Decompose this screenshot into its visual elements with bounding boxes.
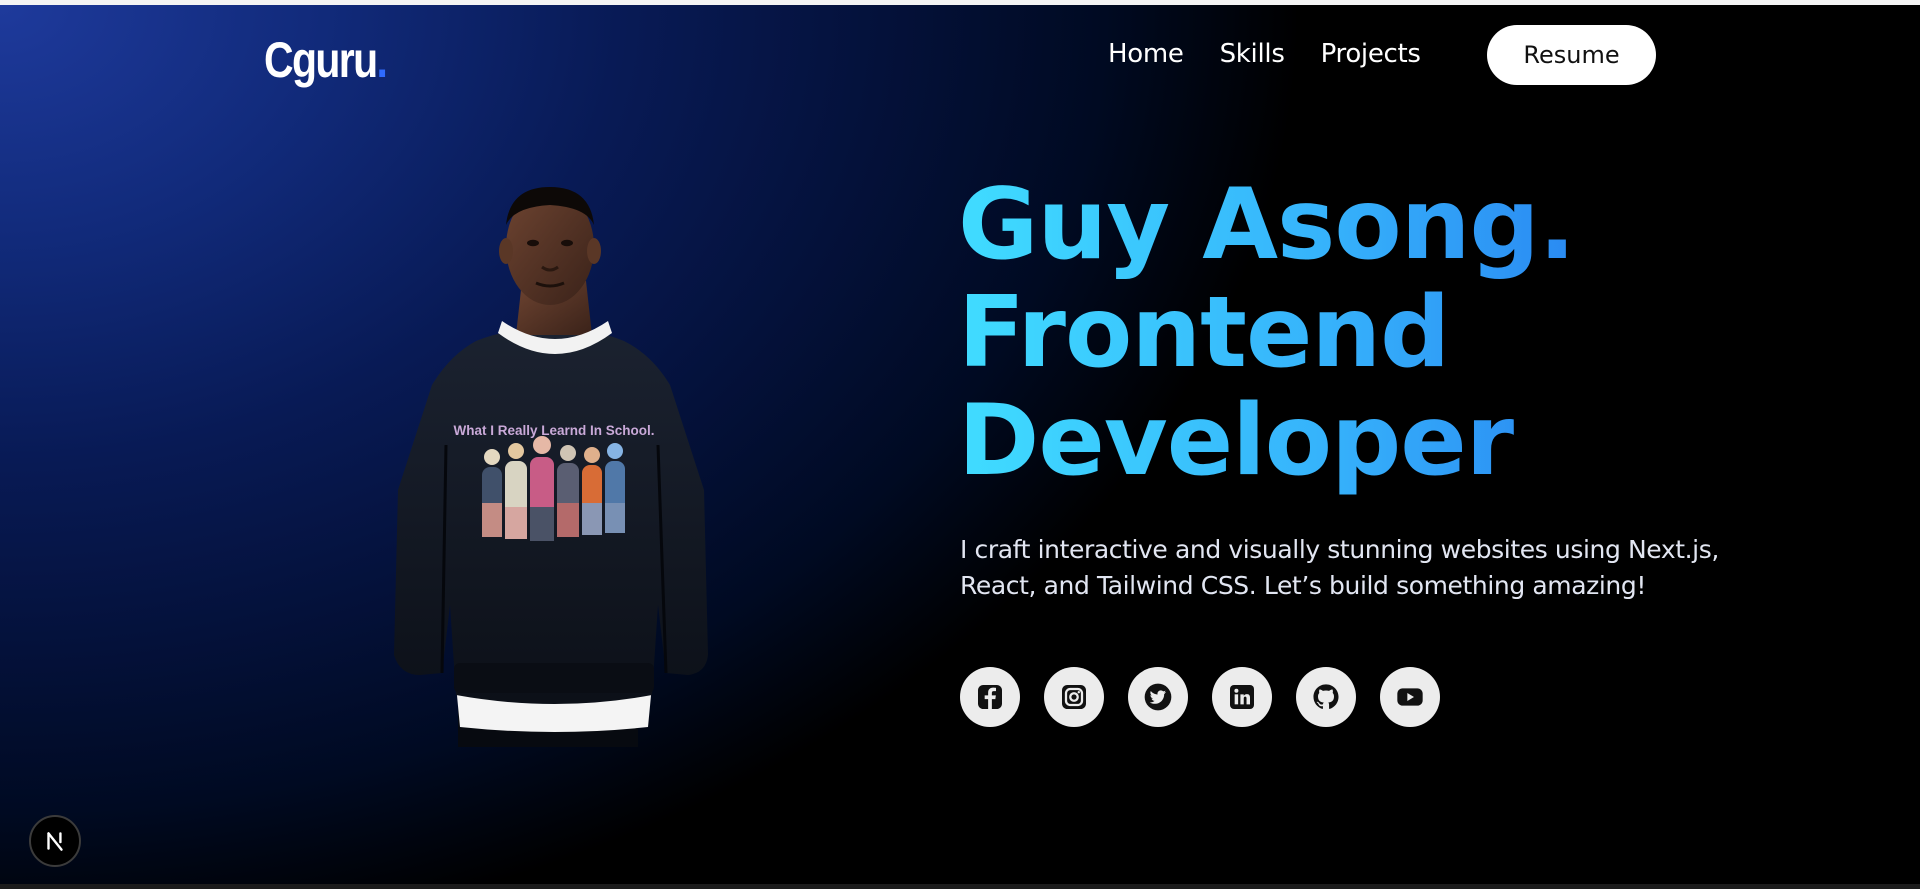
nav-projects-link[interactable]: Projects: [1321, 39, 1421, 69]
instagram-link[interactable]: [1044, 667, 1104, 727]
headline-name: Guy Asong.: [958, 168, 1575, 282]
nextjs-dev-badge[interactable]: [29, 815, 81, 867]
social-links: [960, 667, 1440, 727]
twitter-link[interactable]: [1128, 667, 1188, 727]
github-link[interactable]: [1296, 667, 1356, 727]
hero-section: Cguru. Home Skills Projects Resume What …: [0, 5, 1920, 884]
headline-role-line-1: Frontend: [958, 276, 1450, 390]
hero-tagline: I craft interactive and visually stunnin…: [960, 535, 1719, 600]
facebook-link[interactable]: [960, 667, 1020, 727]
logo-dot: .: [376, 32, 388, 88]
profile-photo: What I Really Learnd In School.: [394, 187, 708, 747]
instagram-icon: [1062, 685, 1086, 709]
linkedin-link[interactable]: [1212, 667, 1272, 727]
youtube-link[interactable]: [1380, 667, 1440, 727]
headline-role-line-2: Developer: [958, 384, 1514, 498]
nav-home-link[interactable]: Home: [1108, 39, 1184, 69]
hero-headline: Guy Asong. Frontend Developer: [958, 171, 1575, 495]
logo-text: Cguru: [264, 32, 378, 88]
shirt-print-text: What I Really Learnd In School.: [453, 423, 654, 438]
twitter-icon: [1144, 683, 1172, 711]
main-nav: Home Skills Projects: [1108, 39, 1421, 69]
linkedin-icon: [1230, 685, 1254, 709]
browser-bottom-edge: [0, 884, 1920, 889]
github-icon: [1313, 684, 1339, 709]
site-logo[interactable]: Cguru.: [264, 31, 388, 89]
resume-button[interactable]: Resume: [1487, 25, 1656, 85]
nav-skills-link[interactable]: Skills: [1220, 39, 1285, 69]
nextjs-icon: [47, 832, 63, 851]
facebook-icon: [978, 685, 1002, 709]
youtube-icon: [1397, 688, 1423, 706]
